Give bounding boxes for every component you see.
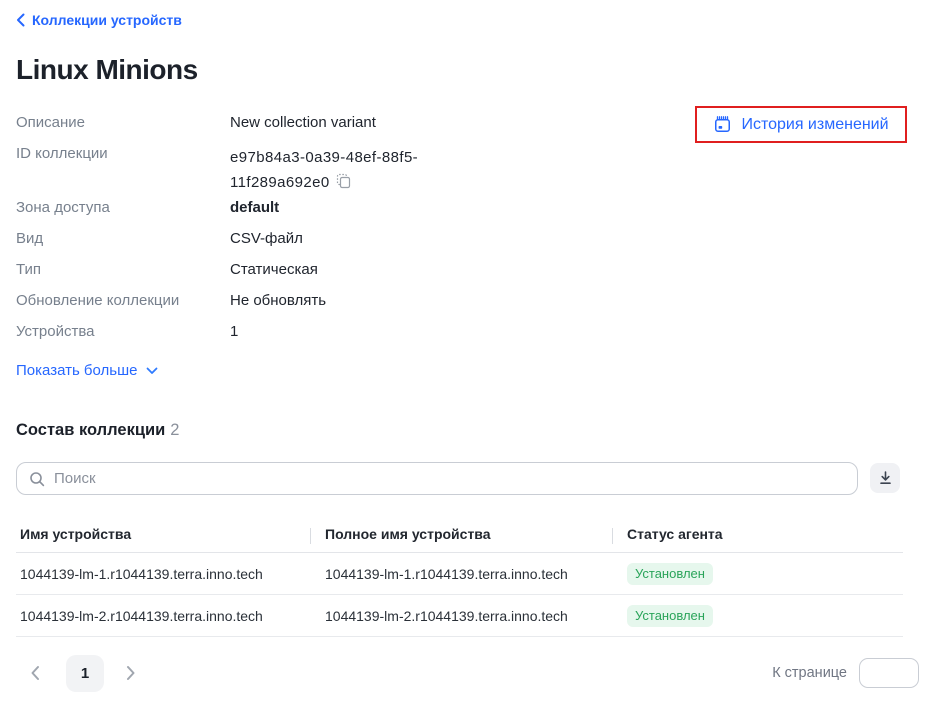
show-more-label: Показать больше	[16, 362, 137, 379]
column-header-agent-status: Статус агента	[612, 526, 903, 542]
status-badge: Установлен	[627, 605, 713, 627]
history-of-changes-label: История изменений	[741, 116, 888, 134]
cell-device-fqdn: 1044139-lm-1.r1044139.terra.inno.tech	[310, 566, 612, 582]
composition-section-title: Состав коллекции 2	[16, 421, 179, 440]
search-input[interactable]	[54, 470, 847, 487]
detail-value-collection-id: e97b84a3-0a39-48ef-88f5-11f289a692e0	[230, 143, 468, 197]
composition-count: 2	[170, 421, 179, 439]
detail-label: Тип	[16, 259, 230, 278]
column-header-device-fqdn: Полное имя устройства	[310, 526, 612, 542]
collection-details-list: Описание New collection variant ID колле…	[16, 112, 935, 380]
status-badge: Установлен	[627, 563, 713, 585]
search-icon	[29, 471, 45, 487]
cell-agent-status: Установлен	[612, 563, 903, 585]
column-header-device-name: Имя устройства	[16, 526, 310, 542]
back-link-collections[interactable]: Коллекции устройств	[16, 12, 182, 28]
pagination-page-1-button[interactable]: 1	[66, 655, 104, 692]
detail-value: 1	[230, 321, 238, 340]
detail-row-collection-id: ID коллекции e97b84a3-0a39-48ef-88f5-11f…	[16, 143, 935, 197]
detail-row-kind: Вид CSV-файл	[16, 228, 935, 259]
detail-value: CSV-файл	[230, 228, 303, 247]
detail-value: New collection variant	[230, 112, 376, 131]
chevron-down-icon	[146, 367, 158, 375]
table-row[interactable]: 1044139-lm-1.r1044139.terra.inno.tech 10…	[16, 553, 903, 595]
detail-row-update-policy: Обновление коллекции Не обновлять	[16, 290, 935, 321]
pagination-prev-button[interactable]	[26, 661, 44, 685]
chevron-right-icon	[126, 665, 136, 681]
annotation-red-box: История изменений	[695, 106, 907, 143]
devices-table: Имя устройства Полное имя устройства Ста…	[16, 515, 903, 637]
cell-device-name: 1044139-lm-2.r1044139.terra.inno.tech	[16, 608, 310, 624]
collection-detail-page: Коллекции устройств Linux Minions Истори…	[0, 0, 951, 728]
back-link-label: Коллекции устройств	[32, 12, 182, 28]
detail-row-devices: Устройства 1	[16, 321, 935, 352]
detail-value: default	[230, 197, 279, 216]
detail-label: Обновление коллекции	[16, 290, 230, 309]
detail-label: Устройства	[16, 321, 230, 340]
composition-title-text: Состав коллекции	[16, 421, 165, 439]
table-row[interactable]: 1044139-lm-2.r1044139.terra.inno.tech 10…	[16, 595, 903, 637]
copy-icon[interactable]	[336, 172, 351, 197]
search-toolbar	[16, 462, 919, 495]
goto-page-input[interactable]	[859, 658, 919, 688]
page-title: Linux Minions	[16, 54, 935, 86]
cell-device-fqdn: 1044139-lm-2.r1044139.terra.inno.tech	[310, 608, 612, 624]
detail-value: Не обновлять	[230, 290, 326, 309]
detail-row-type: Тип Статическая	[16, 259, 935, 290]
detail-label: Описание	[16, 112, 230, 131]
goto-page-group: К странице	[772, 658, 919, 688]
chevron-left-icon	[16, 13, 25, 27]
goto-page-label: К странице	[772, 665, 847, 681]
pagination-next-button[interactable]	[122, 661, 140, 685]
table-header-row: Имя устройства Полное имя устройства Ста…	[16, 515, 903, 553]
detail-row-access-zone: Зона доступа default	[16, 197, 935, 228]
cell-device-name: 1044139-lm-1.r1044139.terra.inno.tech	[16, 566, 310, 582]
collection-id-text: e97b84a3-0a39-48ef-88f5-11f289a692e0	[230, 149, 418, 191]
cell-agent-status: Установлен	[612, 605, 903, 627]
calendar-history-icon	[713, 115, 732, 134]
history-of-changes-button[interactable]: История изменений	[713, 115, 888, 134]
detail-value: Статическая	[230, 259, 318, 278]
search-input-container	[16, 462, 858, 495]
detail-label: Зона доступа	[16, 197, 230, 216]
detail-label: Вид	[16, 228, 230, 247]
chevron-left-icon	[30, 665, 40, 681]
download-icon	[878, 470, 893, 486]
download-button[interactable]	[870, 463, 900, 493]
detail-label: ID коллекции	[16, 143, 230, 162]
pagination-bar: 1 К странице	[16, 653, 919, 693]
show-more-button[interactable]: Показать больше	[16, 362, 158, 379]
